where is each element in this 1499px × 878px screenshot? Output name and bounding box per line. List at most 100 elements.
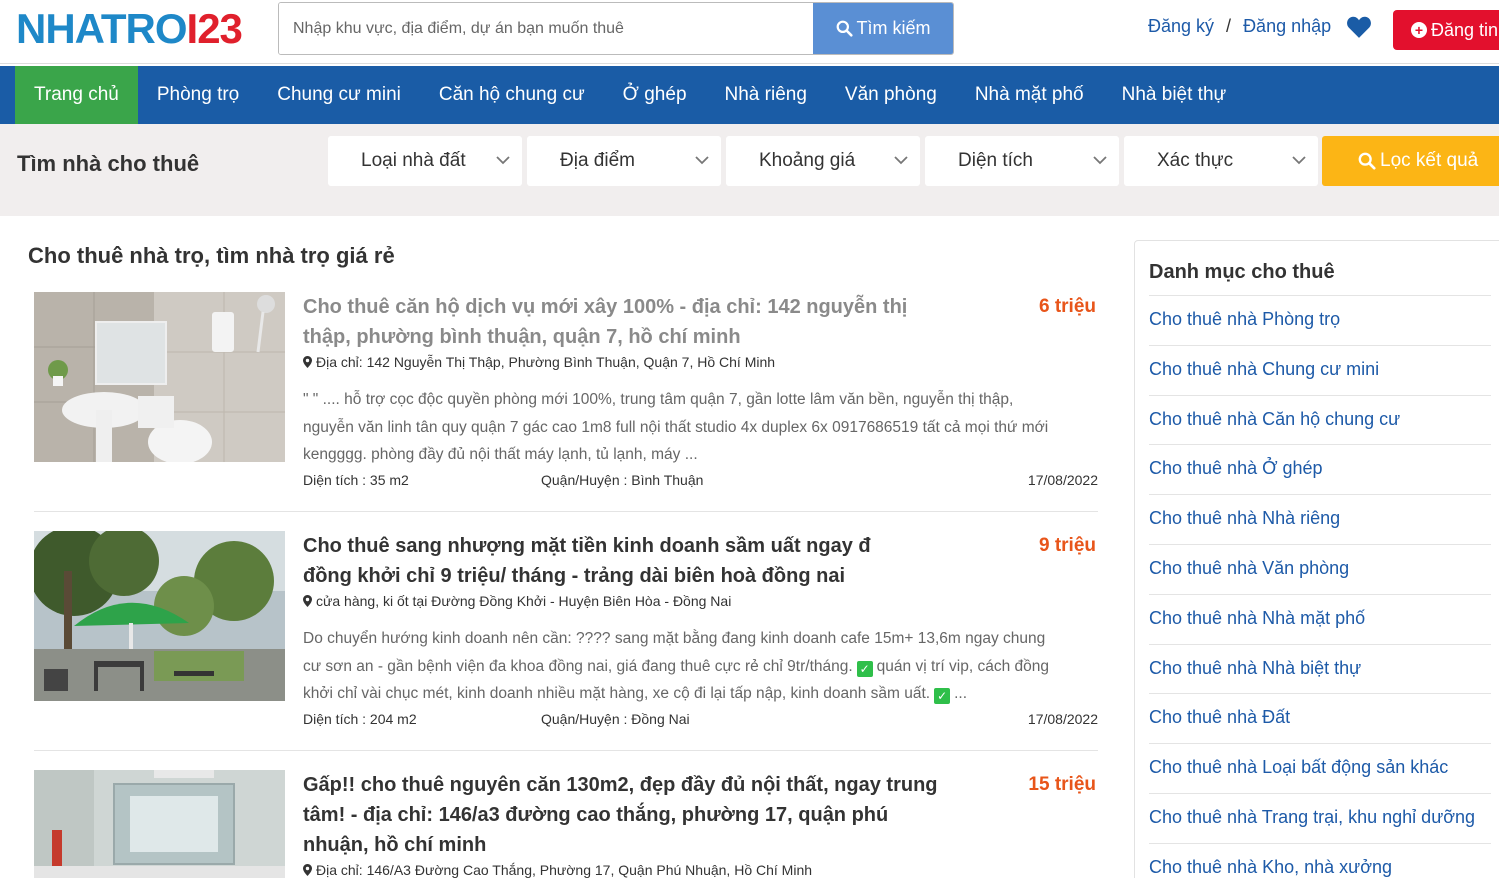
listing-title[interactable]: Gấp!! cho thuê nguyên căn 130m2, đẹp đầy… [303, 770, 943, 860]
listing-price: 9 triệu [1038, 535, 1096, 556]
property-type-label: Loại nhà đất [361, 150, 466, 171]
map-pin-icon [303, 864, 312, 876]
listing-title[interactable]: Cho thuê sang nhượng mặt tiền kinh doanh… [303, 531, 923, 591]
post-listing-label: Đăng tin [1431, 19, 1499, 40]
category-sidebar: Danh mục cho thuê Cho thuê nhà Phòng trọ… [1134, 240, 1499, 878]
nav-item-street-house[interactable]: Nhà mặt phố [956, 66, 1103, 124]
property-type-select[interactable]: Loại nhà đất [328, 136, 522, 186]
site-logo[interactable]: NHATROI23 [16, 6, 243, 52]
check-box-icon: ✓ [934, 688, 951, 704]
sidebar-item-kho-xuong[interactable]: Cho thuê nhà Kho, nhà xưởng [1149, 844, 1491, 878]
chevron-down-icon [695, 156, 709, 165]
nav-item-apartment[interactable]: Căn hộ chung cư [420, 66, 604, 124]
bathroom-photo [34, 292, 285, 462]
nav-item-rooms[interactable]: Phòng trọ [138, 66, 258, 124]
listing-date: 17/08/2022 [1027, 711, 1098, 727]
sidebar-item-nha-mat-pho[interactable]: Cho thuê nhà Nhà mặt phố [1149, 595, 1491, 645]
listing-description-line: kengggg. phòng đầy đủ nội thất máy lạnh,… [303, 446, 698, 463]
map-pin-icon [303, 595, 312, 607]
listing-district: Quận/Huyện : Bình Thuận [541, 472, 703, 488]
listing-address: Địa chỉ: 146/A3 Đường Cao Thắng, Phường … [303, 862, 812, 878]
listing-description-line: cư sơn an - gần bệnh viện đa khoa đồng n… [303, 653, 1098, 681]
listing-photo[interactable] [34, 770, 285, 878]
nav-item-villa[interactable]: Nhà biệt thự [1103, 66, 1246, 124]
listing-address: cửa hàng, ki ốt tại Đường Đồng Khởi - Hu… [303, 593, 731, 609]
listing-description: Do chuyển hướng kinh doanh nên cần: ????… [303, 625, 1098, 708]
sidebar-title: Danh mục cho thuê [1149, 241, 1491, 296]
listing-title[interactable]: Cho thuê căn hộ dịch vụ mới xây 100% - đ… [303, 292, 923, 352]
chevron-down-icon [1292, 156, 1306, 165]
nav-item-office[interactable]: Văn phòng [826, 66, 956, 124]
listing-description: " " .... hỗ trợ cọc độc quyền phòng mới … [303, 386, 1098, 469]
area-label: Diện tích [958, 150, 1033, 171]
nav-item-mini-apartment[interactable]: Chung cư mini [258, 66, 420, 124]
listing-area-value: 35 m2 [369, 472, 409, 488]
sidebar-item-nha-biet-thu[interactable]: Cho thuê nhà Nhà biệt thự [1149, 645, 1491, 695]
header: NHATROI23 Tìm kiếm Đăng ký / Đăng nhập +… [0, 0, 1499, 64]
login-link[interactable]: Đăng nhập [1243, 16, 1331, 37]
chevron-down-icon [1093, 156, 1107, 165]
listing-area-label: Diện tích : [303, 472, 367, 488]
sidebar-item-trang-trai[interactable]: Cho thuê nhà Trang trại, khu nghỉ dưỡng [1149, 794, 1491, 844]
sidebar-item-can-ho-chung-cu[interactable]: Cho thuê nhà Căn hộ chung cư [1149, 396, 1491, 446]
auth-links: Đăng ký / Đăng nhập [1148, 16, 1331, 37]
verified-select[interactable]: Xác thực [1124, 136, 1318, 186]
search-icon [1358, 152, 1376, 170]
chevron-down-icon [496, 156, 510, 165]
listing-address-text: Địa chỉ: 146/A3 Đường Cao Thắng, Phường … [316, 862, 813, 878]
page-title: Cho thuê nhà trọ, tìm nhà trọ giá rẻ [28, 243, 395, 268]
sidebar-item-van-phong[interactable]: Cho thuê nhà Văn phòng [1149, 545, 1491, 595]
filter-title: Tìm nhà cho thuê [17, 151, 200, 176]
listing-area-label: Diện tích : [303, 711, 367, 727]
nav-item-shared[interactable]: Ở ghép [604, 66, 706, 124]
listing-address-text: cửa hàng, ki ốt tại Đường Đồng Khởi - Hu… [316, 593, 732, 609]
room-photo [34, 770, 285, 878]
search-button[interactable]: Tìm kiếm [813, 3, 953, 54]
search-icon [836, 20, 853, 37]
location-select[interactable]: Địa điểm [527, 136, 721, 186]
sidebar-item-dat[interactable]: Cho thuê nhà Đất [1149, 694, 1491, 745]
listing-card: Cho thuê sang nhượng mặt tiền kinh doanh… [34, 531, 1098, 751]
main-nav: Trang chủ Phòng trọ Chung cư mini Căn hộ… [0, 66, 1499, 124]
sidebar-item-phong-tro[interactable]: Cho thuê nhà Phòng trọ [1149, 296, 1491, 346]
nav-item-home[interactable]: Trang chủ [15, 66, 138, 124]
listing-photo[interactable] [34, 292, 285, 462]
listing-address: Địa chỉ: 142 Nguyễn Thị Thập, Phường Bìn… [303, 354, 775, 370]
auth-separator: / [1226, 16, 1232, 36]
listing-district-label: Quận/Huyện : [541, 472, 628, 488]
search-input[interactable] [279, 3, 813, 54]
listing-description-fragment: khởi chỉ vài chục mét, kinh doanh nhiều … [303, 685, 931, 702]
plus-circle-icon: + [1411, 22, 1427, 38]
listing-card: Gấp!! cho thuê nguyên căn 130m2, đẹp đầy… [34, 770, 1098, 878]
sidebar-item-chung-cu-mini[interactable]: Cho thuê nhà Chung cư mini [1149, 346, 1491, 396]
listing-description-line: Do chuyển hướng kinh doanh nên cần: ????… [303, 630, 1046, 647]
listing-district-value: Bình Thuận [631, 472, 704, 488]
sidebar-item-nha-rieng[interactable]: Cho thuê nhà Nhà riêng [1149, 495, 1491, 545]
area-select[interactable]: Diện tích [925, 136, 1119, 186]
listing-area: Diện tích : 204 m2 [303, 711, 417, 727]
filter-results-label: Lọc kết quả [1380, 150, 1479, 171]
chevron-down-icon [894, 156, 908, 165]
search-bar: Tìm kiếm [278, 2, 954, 55]
listing-card: Cho thuê căn hộ dịch vụ mới xây 100% - đ… [34, 292, 1098, 512]
listing-photo[interactable] [34, 531, 285, 701]
listing-area: Diện tích : 35 m2 [303, 472, 409, 488]
heart-icon[interactable] [1346, 15, 1372, 39]
listing-price: 6 triệu [1038, 296, 1096, 317]
filter-results-button[interactable]: Lọc kết quả [1322, 136, 1499, 186]
price-range-select[interactable]: Khoảng giá [726, 136, 920, 186]
listing-description-line: khởi chỉ vài chục mét, kinh doanh nhiều … [303, 680, 1098, 708]
listing-district: Quận/Huyện : Đồng Nai [541, 711, 690, 727]
listing-description-fragment: quán vị trí vip, cách đồng [876, 657, 1049, 675]
sidebar-item-o-ghep[interactable]: Cho thuê nhà Ở ghép [1149, 445, 1491, 496]
sidebar-item-bds-khac[interactable]: Cho thuê nhà Loại bất động sản khác [1149, 744, 1491, 794]
location-label: Địa điểm [560, 150, 635, 171]
listing-district-value: Đồng Nai [631, 711, 690, 727]
verified-label: Xác thực [1157, 150, 1234, 171]
listing-address-text: Địa chỉ: 142 Nguyễn Thị Thập, Phường Bìn… [316, 354, 776, 370]
nav-item-house[interactable]: Nhà riêng [706, 66, 826, 124]
filter-bar: Tìm nhà cho thuê Loại nhà đất Địa điểm K… [0, 124, 1499, 216]
map-pin-icon [303, 356, 312, 368]
register-link[interactable]: Đăng ký [1148, 16, 1214, 37]
post-listing-button[interactable]: + Đăng tin [1393, 10, 1499, 50]
